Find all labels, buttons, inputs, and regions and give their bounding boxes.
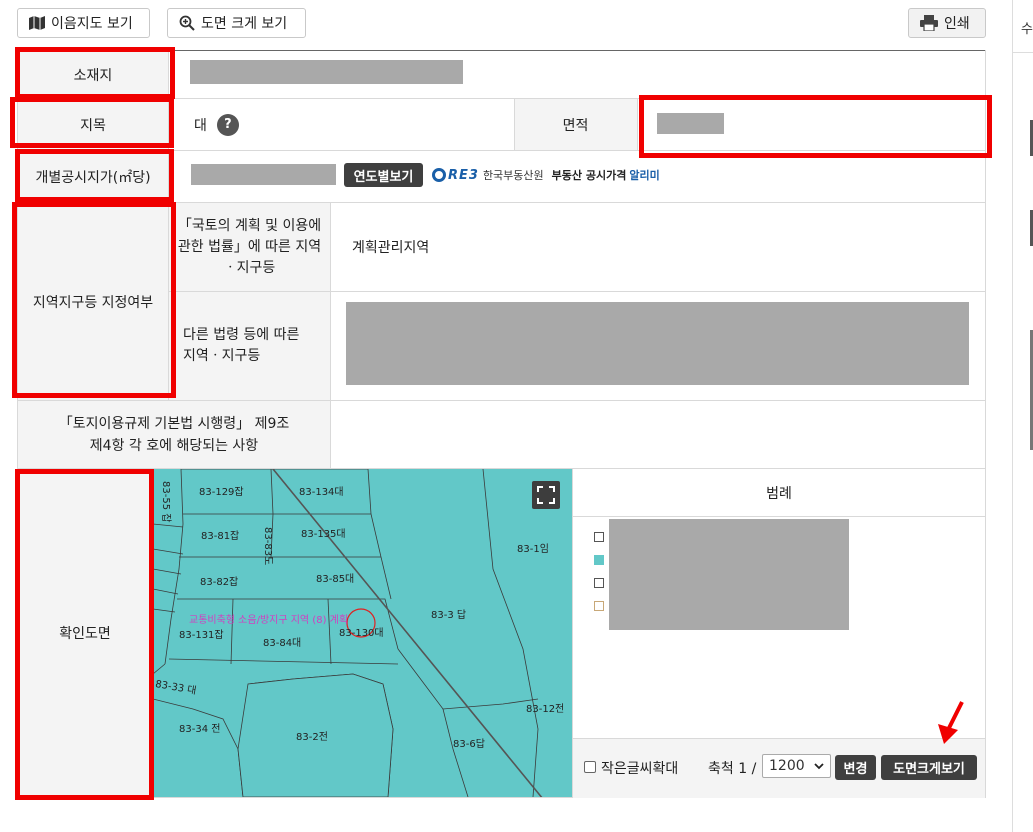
land-use-map-label: 이음지도 보기 <box>51 16 133 32</box>
print-label: 인쇄 <box>944 16 970 32</box>
parcel-label: 83-129잡 <box>199 487 244 498</box>
small-text-checkbox[interactable] <box>584 761 596 773</box>
small-text-label: 작은글씨확대 <box>601 761 679 777</box>
location-label: 소재지 <box>18 51 168 98</box>
area-value-redacted <box>657 113 724 134</box>
parcel-label: 83-135대 <box>301 529 346 540</box>
big-map-button[interactable]: 도면크게보기 <box>881 755 977 780</box>
land-use-map-button[interactable]: 이음지도 보기 <box>17 8 150 38</box>
scale-label: 축척 1 / <box>708 761 757 777</box>
zone-other-value-redacted <box>346 302 969 385</box>
price-value-redacted <box>191 164 336 185</box>
legend-swatch-3 <box>594 578 604 588</box>
area-label: 면적 <box>514 99 637 150</box>
reb-logo <box>432 168 446 182</box>
parcel-label: 83-82잡 <box>200 577 239 588</box>
zoom-in-icon <box>179 15 195 31</box>
parcel-label: 83-131잡 <box>179 630 224 641</box>
zoom-map-label: 도면 크게 보기 <box>201 16 288 32</box>
help-icon[interactable]: ? <box>216 113 239 136</box>
reb-service-text: 부동산 공시가격 <box>551 169 627 182</box>
reb-alimi-text: 알리미 <box>629 169 660 182</box>
legend-swatch-4 <box>594 601 604 611</box>
parcel-label: 83-3 답 <box>431 610 467 621</box>
parcel-label: 83-84대 <box>263 638 302 649</box>
zone-other-label: 다른 법령 등에 따른 지역ㆍ지구등 <box>169 292 330 400</box>
legend-title: 범례 <box>766 485 792 502</box>
chevron-down-icon <box>814 762 824 769</box>
map-label: 확인도면 <box>18 469 152 797</box>
parcel-label: 83-12전 <box>526 704 565 715</box>
legend-items-redacted <box>609 519 849 630</box>
jimok-value: 대 <box>194 117 207 134</box>
parcel-label: 83-130대 <box>339 628 384 639</box>
zone-label: 지역지구등 지정여부 <box>18 203 168 400</box>
map-icon <box>29 16 45 30</box>
side-panel-glyph: 수 <box>1021 22 1033 37</box>
parcel-label: 83-81잡 <box>201 531 240 542</box>
zoom-map-button[interactable]: 도면 크게 보기 <box>167 8 306 38</box>
jimok-label: 지목 <box>18 99 168 150</box>
legend-swatch-2 <box>594 555 604 565</box>
enforcement-label: 「토지이용규제 기본법 시행령」 제9조 제4항 각 호에 해당되는 사항 <box>18 401 330 468</box>
zone-national-value: 계획관리지역 <box>352 240 430 256</box>
zone-national-label: 「국토의 계획 및 이용에 관한 법률」에 따른 지역ㆍ지구등 <box>169 203 330 291</box>
reb-link[interactable]: RE3 한국부동산원 부동산 공시가격 알리미 <box>432 164 660 186</box>
reb-logo-text: RE3 <box>448 167 479 183</box>
fullscreen-icon[interactable] <box>532 481 560 509</box>
reb-org-text: 한국부동산원 <box>482 169 544 182</box>
cadastral-map[interactable]: 83-129잡 83-134대 83-55 잡 83-81잡 83-135대 8… <box>153 469 572 797</box>
parcel-label: 83-2전 <box>296 732 328 743</box>
scale-change-button[interactable]: 변경 <box>835 755 876 780</box>
price-label: 개별공시지가(㎡당) <box>18 151 168 202</box>
parcel-label: 83-1임 <box>517 544 549 555</box>
print-button[interactable]: 인쇄 <box>908 8 986 38</box>
parcel-label: 83-83도 <box>262 527 273 566</box>
parcel-label: 83-134대 <box>299 487 344 498</box>
location-value-redacted <box>190 60 463 84</box>
side-panel-edge: 수 <box>1012 0 1033 832</box>
zone-overlay-text: 교통비축형 소음/방지구 지역 (8) 계획 <box>189 615 349 626</box>
legend-swatch-1 <box>594 532 604 542</box>
parcel-label: 83-85대 <box>316 574 355 585</box>
parcel-label: 83-34 전 <box>179 724 221 735</box>
parcel-label: 83-6답 <box>453 739 485 750</box>
parcel-label: 83-55 잡 <box>160 481 171 523</box>
printer-icon <box>920 15 938 31</box>
scale-value: 1200 <box>769 758 805 774</box>
red-arrow-annotation <box>938 701 964 744</box>
scale-select[interactable]: 1200 <box>762 754 831 778</box>
jimok-cell: 대 ? <box>194 99 239 150</box>
year-history-button[interactable]: 연도별보기 <box>344 163 423 187</box>
